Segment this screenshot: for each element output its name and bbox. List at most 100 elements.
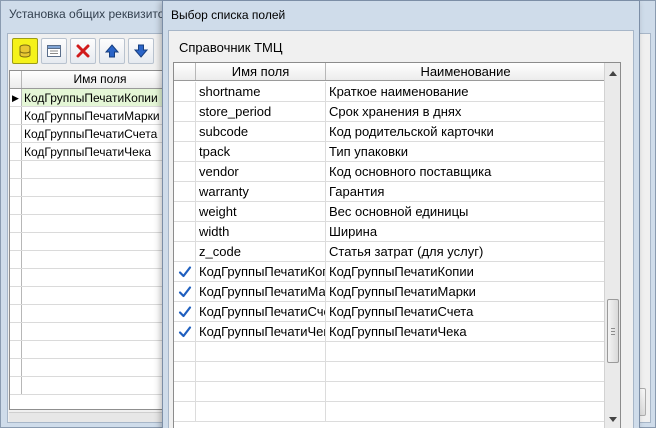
table-row[interactable]: store_period Срок хранения в днях [174,102,606,122]
field-name-cell[interactable]: КодГруппыПечатиМарки [196,282,326,301]
empty-row [10,251,178,269]
field-selection-grid[interactable]: Имя поля Наименование shortname Краткое … [173,62,621,428]
table-row[interactable]: shortname Краткое наименование [174,82,606,102]
table-row[interactable]: tpack Тип упаковки [174,142,606,162]
field-name-cell[interactable]: z_code [196,242,326,261]
delete-button[interactable] [70,38,96,64]
background-field-grid[interactable]: Имя поля ▶ КодГруппыПечатиКопии КодГрупп… [9,70,179,410]
description-cell[interactable]: Гарантия [326,182,606,201]
description-cell[interactable]: КодГруппыПечатиКопии [326,262,606,281]
table-row[interactable]: КодГруппыПечатиМарки КодГруппыПечатиМарк… [174,282,606,302]
check-cell[interactable] [174,262,196,281]
background-horizontal-scrollbar[interactable] [9,412,179,422]
check-cell[interactable] [174,322,196,341]
check-cell[interactable] [174,122,196,141]
directory-label: Справочник ТМЦ [179,40,283,55]
field-name-cell[interactable]: КодГруппыПечатиМарки [22,107,178,124]
empty-row [10,269,178,287]
scroll-up-button[interactable] [605,64,620,80]
table-row[interactable]: ▶ КодГруппыПечатиКопии [10,89,178,107]
field-name-cell[interactable]: КодГруппыПечатиЧека [196,322,326,341]
description-cell[interactable]: Статья затрат (для услуг) [326,242,606,261]
field-name-cell[interactable]: КодГруппыПечатиСчета [196,302,326,321]
table-row[interactable]: КодГруппыПечатиЧека КодГруппыПечатиЧека [174,322,606,342]
field-name-cell[interactable]: КодГруппыПечатиЧека [22,143,178,160]
current-row-marker: ▶ [10,89,22,106]
empty-row [10,323,178,341]
triangle-up-icon [609,65,617,79]
empty-row [174,362,606,382]
empty-row [10,179,178,197]
check-cell[interactable] [174,102,196,121]
check-cell[interactable] [174,222,196,241]
field-name-cell[interactable]: КодГруппыПечатиКопии [196,262,326,281]
check-cell[interactable] [174,302,196,321]
field-name-cell[interactable]: КодГруппыПечатиКопии [22,89,178,106]
column-header-check[interactable] [174,63,196,80]
delete-icon [75,43,91,59]
table-row[interactable]: z_code Статья затрат (для услуг) [174,242,606,262]
table-row[interactable]: КодГруппыПечатиЧека [10,143,178,161]
vertical-scrollbar[interactable] [604,63,620,428]
field-name-cell[interactable]: КодГруппыПечатиСчета [22,125,178,142]
table-row[interactable]: warranty Гарантия [174,182,606,202]
field-name-cell[interactable]: weight [196,202,326,221]
dialog-client: Справочник ТМЦ Имя поля Наименование sho… [168,30,634,428]
arrow-down-icon [133,43,149,59]
move-down-button[interactable] [128,38,154,64]
table-row[interactable]: КодГруппыПечатиСчета КодГруппыПечатиСчет… [174,302,606,322]
check-cell[interactable] [174,162,196,181]
check-cell[interactable] [174,202,196,221]
field-name-cell[interactable]: vendor [196,162,326,181]
database-button[interactable] [12,38,38,64]
field-name-cell[interactable]: store_period [196,102,326,121]
triangle-down-icon [609,412,617,426]
empty-row [10,305,178,323]
description-cell[interactable]: Код родительской карточки [326,122,606,141]
check-cell[interactable] [174,182,196,201]
column-header-field-name[interactable]: Имя поля [22,71,178,88]
form-button[interactable] [41,38,67,64]
table-row[interactable]: КодГруппыПечатиМарки [10,107,178,125]
scroll-thumb[interactable] [607,299,619,363]
field-name-cell[interactable]: width [196,222,326,241]
description-cell[interactable]: Тип упаковки [326,142,606,161]
description-cell[interactable]: Код основного поставщика [326,162,606,181]
scroll-down-button[interactable] [605,411,620,427]
table-row[interactable]: subcode Код родительской карточки [174,122,606,142]
background-grid-header: Имя поля [10,71,178,89]
empty-row [10,287,178,305]
field-name-cell[interactable]: warranty [196,182,326,201]
check-cell[interactable] [174,242,196,261]
check-cell[interactable] [174,82,196,101]
field-name-cell[interactable]: shortname [196,82,326,101]
grid-header: Имя поля Наименование [174,63,606,81]
form-icon [46,43,62,59]
empty-row [10,161,178,179]
field-name-cell[interactable]: tpack [196,142,326,161]
table-row[interactable]: КодГруппыПечатиСчета [10,125,178,143]
description-cell[interactable]: Ширина [326,222,606,241]
empty-row [174,342,606,362]
checkmark-icon [178,285,192,299]
check-cell[interactable] [174,142,196,161]
table-row[interactable]: weight Вес основной единицы [174,202,606,222]
move-up-button[interactable] [99,38,125,64]
description-cell[interactable]: Краткое наименование [326,82,606,101]
table-row[interactable]: КодГруппыПечатиКопии КодГруппыПечатиКопи… [174,262,606,282]
field-name-cell[interactable]: subcode [196,122,326,141]
description-cell[interactable]: Срок хранения в днях [326,102,606,121]
empty-row [10,197,178,215]
check-cell[interactable] [174,282,196,301]
column-header-field-name[interactable]: Имя поля [196,63,326,80]
database-icon [17,43,33,59]
description-cell[interactable]: КодГруппыПечатиСчета [326,302,606,321]
table-row[interactable]: width Ширина [174,222,606,242]
description-cell[interactable]: Вес основной единицы [326,202,606,221]
description-cell[interactable]: КодГруппыПечатиМарки [326,282,606,301]
description-cell[interactable]: КодГруппыПечатиЧека [326,322,606,341]
column-header-description[interactable]: Наименование [326,63,606,80]
table-row[interactable]: vendor Код основного поставщика [174,162,606,182]
empty-row [10,233,178,251]
grid-rows: shortname Краткое наименование store_per… [174,82,606,422]
